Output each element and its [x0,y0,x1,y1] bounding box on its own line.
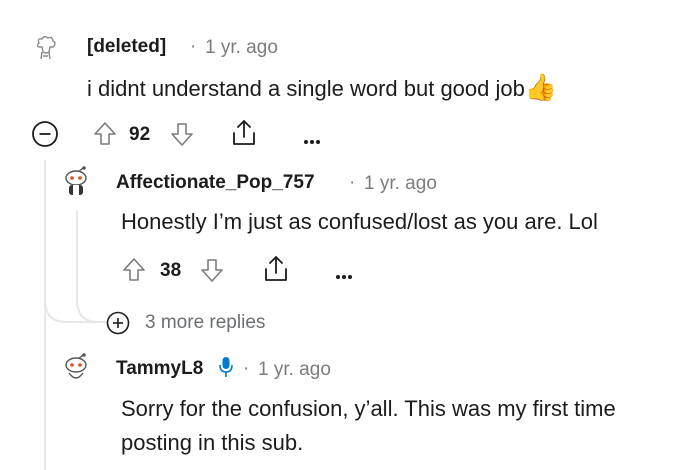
comment-timestamp[interactable]: 1 yr. ago [258,359,331,381]
expand-icon[interactable] [106,311,130,340]
share-icon[interactable] [262,254,290,289]
microphone-icon [219,356,233,383]
comment-body: i didnt understand a single word but goo… [87,70,557,106]
share-icon[interactable] [230,118,258,153]
more-replies-link[interactable]: 3 more replies [145,312,265,334]
more-options-icon[interactable] [335,267,353,285]
separator-dot: · [190,36,197,57]
downvote-icon[interactable] [199,257,225,288]
vote-count: 92 [129,124,151,145]
comment-username[interactable]: [deleted] [87,36,166,58]
vote-count: 38 [160,260,182,281]
upvote-icon[interactable] [92,121,118,152]
thumbs-up-emoji: 👍 [524,72,558,102]
thread-line-reply[interactable] [76,210,78,305]
user-avatar[interactable] [62,166,90,201]
downvote-icon[interactable] [169,121,195,152]
comment-text: i didnt understand a single word but goo… [87,76,525,101]
collapse-icon[interactable] [31,120,59,153]
comment-username[interactable]: TammyL8 [116,358,203,380]
more-options-icon[interactable] [303,132,321,150]
separator-dot: · [243,358,250,379]
user-avatar[interactable] [62,353,90,388]
comment-text: Sorry for the confusion, y’all. This was… [121,396,616,455]
comment-timestamp[interactable]: 1 yr. ago [364,173,437,195]
deleted-avatar-icon[interactable] [33,34,59,67]
separator-dot: · [349,172,356,193]
upvote-icon[interactable] [121,257,147,288]
comment-username[interactable]: Affectionate_Pop_757 [116,172,315,194]
comment-text: Honestly I’m just as confused/lost as yo… [121,209,598,234]
comment-timestamp[interactable]: 1 yr. ago [205,37,278,59]
